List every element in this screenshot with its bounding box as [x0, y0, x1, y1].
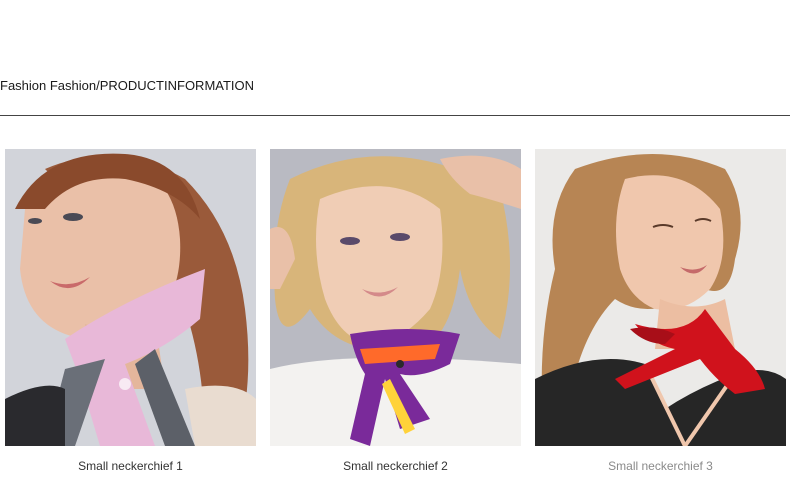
product-card-2[interactable]: Small neckerchief 2	[270, 149, 521, 473]
product-photo-3[interactable]	[535, 149, 786, 446]
product-caption-3: Small neckerchief 3	[608, 459, 713, 473]
product-caption-2: Small neckerchief 2	[343, 459, 448, 473]
section-divider	[0, 115, 790, 116]
product-photo-2[interactable]	[270, 149, 521, 446]
section-title: Fashion Fashion/PRODUCTINFORMATION	[0, 78, 255, 93]
product-card-3[interactable]: Small neckerchief 3	[535, 149, 786, 473]
product-caption-1: Small neckerchief 1	[78, 459, 183, 473]
product-photo-1[interactable]	[5, 149, 256, 446]
product-card-1[interactable]: Small neckerchief 1	[5, 149, 256, 473]
